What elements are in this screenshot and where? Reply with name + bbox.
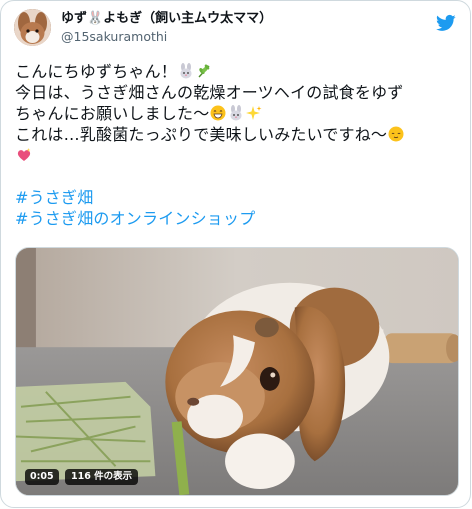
tweet-line-2: 今日は、うさぎ畑さんの乾燥オーツヘイの試食をゆず (15, 83, 404, 102)
tweet-text: こんにちゆずちゃん！ 今日は、うさぎ畑さんの乾燥オーツヘイの試食をゆず ちゃんに… (15, 61, 460, 229)
author-name[interactable]: ゆず🐰よもぎ（飼い主ムウ太ママ） (61, 11, 272, 27)
avatar[interactable] (14, 9, 51, 46)
tweet-line-3: ちゃんにお願いしました〜 (15, 103, 460, 124)
video-views-badge: 116 件の表示 (65, 469, 139, 485)
relieved-emoji-icon (388, 126, 404, 142)
video-time-badge: 0:05 (25, 469, 59, 485)
hashtag-link[interactable]: #うさぎ畑 (15, 187, 460, 208)
hashtag-link[interactable]: #うさぎ畑のオンラインショップ (15, 208, 460, 229)
author-handle[interactable]: @15sakuramothi (61, 29, 167, 44)
rabbit-emoji-icon (230, 105, 242, 121)
twitter-bird-icon[interactable] (436, 13, 456, 33)
tweet-line-5 (15, 145, 460, 166)
herb-emoji-icon (198, 64, 210, 78)
rabbit-emoji-icon (180, 63, 192, 79)
tweet-card: ゆず🐰よもぎ（飼い主ムウ太ママ） @15sakuramothi こんにちゆずちゃ… (0, 0, 471, 508)
rabbit-video-frame (16, 248, 458, 495)
video-player[interactable]: 0:05 116 件の表示 (15, 247, 459, 496)
tweet-line-4: これは…乳酸菌たっぷりで美味しいみたいですね〜 (15, 124, 460, 145)
tweet-line-1: こんにちゆずちゃん！ (15, 61, 460, 82)
rabbit-avatar-icon (14, 9, 51, 46)
sparkles-emoji-icon (246, 106, 262, 120)
sparkling-heart-emoji-icon (17, 148, 31, 161)
grinning-emoji-icon (210, 105, 226, 121)
